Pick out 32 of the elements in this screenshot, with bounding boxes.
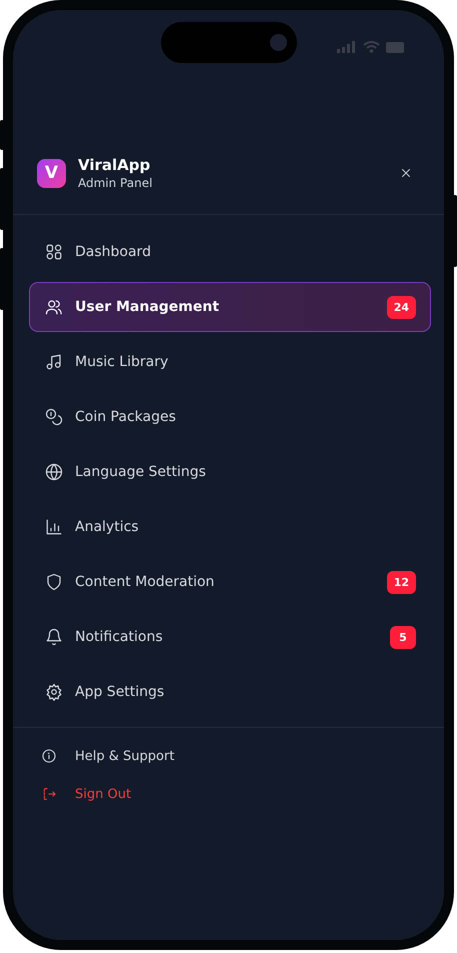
menu-item[interactable]: Coin Packages: [29, 392, 431, 442]
menu-item[interactable]: Sign Out: [41, 786, 444, 802]
menu-item[interactable]: User Management 24: [29, 282, 431, 332]
menu-item[interactable]: Analytics: [29, 502, 431, 552]
wifi-icon: [363, 41, 380, 53]
shield-icon: [45, 573, 63, 591]
bar-chart-icon: [45, 518, 63, 536]
close-icon: [399, 166, 413, 180]
app-logo: V: [37, 158, 66, 188]
count-badge: 24: [386, 296, 416, 318]
menu-item[interactable]: Content Moderation 12: [29, 557, 431, 607]
menu-item[interactable]: Dashboard: [29, 227, 431, 277]
grid-icon: [45, 243, 63, 261]
coins-icon: [45, 408, 63, 426]
logout-icon: [41, 786, 57, 802]
globe-icon: [45, 463, 63, 481]
menu-item[interactable]: Notifications 5: [29, 612, 431, 662]
signal-icon: [337, 41, 357, 53]
menu-item[interactable]: App Settings: [29, 667, 431, 717]
menu-item[interactable]: Music Library: [29, 337, 431, 387]
app-title: ViralApp: [78, 156, 152, 174]
users-icon: [45, 298, 63, 316]
music-note-icon: [45, 353, 63, 371]
count-badge: 5: [390, 626, 416, 648]
app-subtitle: Admin Panel: [78, 176, 154, 190]
settings-icon: [45, 683, 63, 701]
info-icon: [41, 748, 57, 764]
menu-item[interactable]: Help & Support: [41, 748, 444, 764]
menu-item[interactable]: Language Settings: [29, 447, 431, 497]
bell-icon: [45, 628, 63, 646]
count-badge: 12: [386, 570, 416, 594]
battery-icon: [386, 42, 406, 52]
